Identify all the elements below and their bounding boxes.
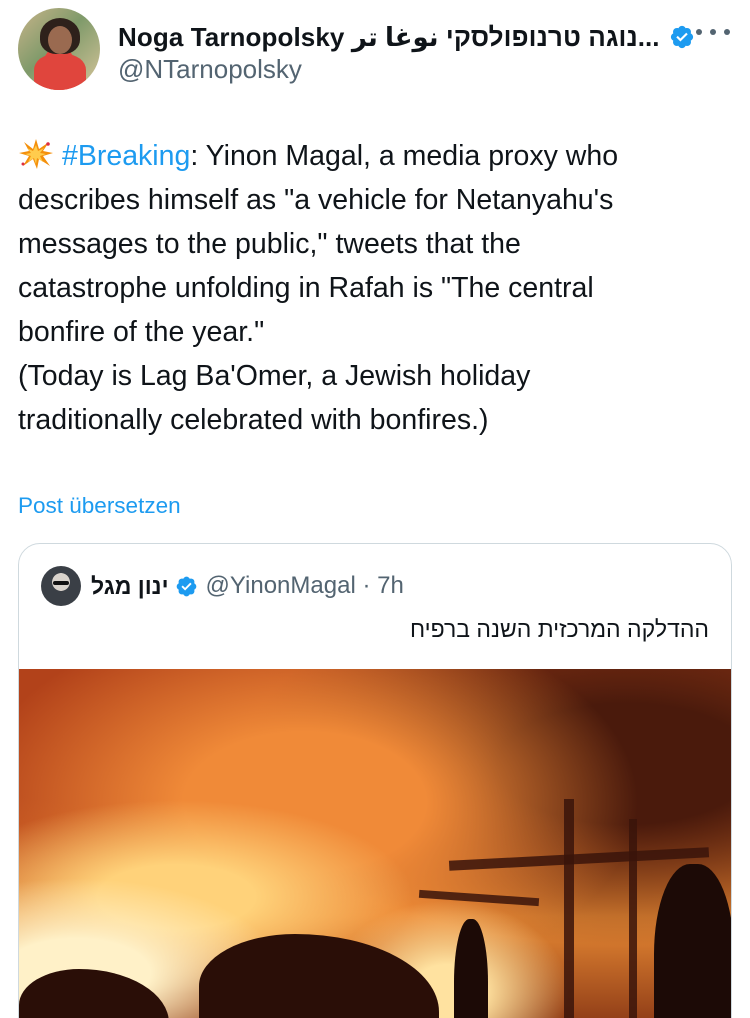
quoted-display-name: ינון מגל <box>91 572 169 599</box>
hashtag-breaking[interactable]: #Breaking <box>62 140 190 172</box>
tweet-line-5: bonfire of the year." <box>18 316 265 348</box>
image-debris <box>199 934 439 1018</box>
image-beam <box>418 889 540 907</box>
image-person-silhouette <box>454 919 488 1018</box>
quoted-handle-time: @YinonMagal · 7h <box>205 572 404 599</box>
tweet-line-6: (Today is Lag Ba'Omer, a Jewish holiday <box>18 360 531 392</box>
quoted-author-avatar <box>41 566 81 606</box>
quoted-tweet-text: ההדלקה המרכזית השנה ברפיח <box>410 616 709 642</box>
tweet-body: #Breaking: Yinon Magal, a media proxy wh… <box>18 134 732 442</box>
tweet-line-text: : Yinon Magal, a media proxy who <box>190 140 619 172</box>
tweet-line-2: describes himself as "a vehicle for Neta… <box>18 184 614 216</box>
collision-emoji-icon <box>19 139 53 169</box>
image-debris <box>19 969 169 1018</box>
tweet-line-3: messages to the public," tweets that the <box>18 228 521 260</box>
tweet-line-7: traditionally celebrated with bonfires.) <box>18 404 489 436</box>
quoted-tweet-header: ינון מגל @YinonMagal · 7h <box>41 566 404 606</box>
image-beam <box>448 847 710 871</box>
author-name-row: Noga Tarnopolsky נוגה טרנופולסקי نوغا تر… <box>118 20 695 54</box>
author-handle[interactable]: @NTarnopolsky <box>118 54 302 85</box>
author-display-name[interactable]: Noga Tarnopolsky נוגה טרנופולסקי نوغا تر… <box>118 22 659 53</box>
tweet-header: Noga Tarnopolsky נוגה טרנופולסקי نوغا تر… <box>18 8 732 90</box>
translate-post-link[interactable]: Post übersetzen <box>18 493 181 519</box>
image-post <box>629 819 637 1018</box>
more-options-icon[interactable] <box>696 22 730 42</box>
image-post <box>564 799 574 1018</box>
tweet-line-1: #Breaking: Yinon Magal, a media proxy wh… <box>18 134 732 178</box>
avatar-face <box>48 26 72 54</box>
quoted-media-fire-image[interactable] <box>19 669 731 1018</box>
quoted-tweet-card[interactable]: ינון מגל @YinonMagal · 7h ההדלקה המרכזית… <box>18 543 732 1018</box>
verified-badge-icon <box>671 25 694 49</box>
avatar-glasses <box>53 581 69 585</box>
image-person-silhouette <box>654 864 731 1018</box>
quoted-verified-badge-icon <box>176 576 196 596</box>
avatar-dress <box>34 54 86 90</box>
tweet-line-4: catastrophe unfolding in Rafah is "The c… <box>18 272 594 304</box>
author-avatar[interactable] <box>18 8 100 90</box>
